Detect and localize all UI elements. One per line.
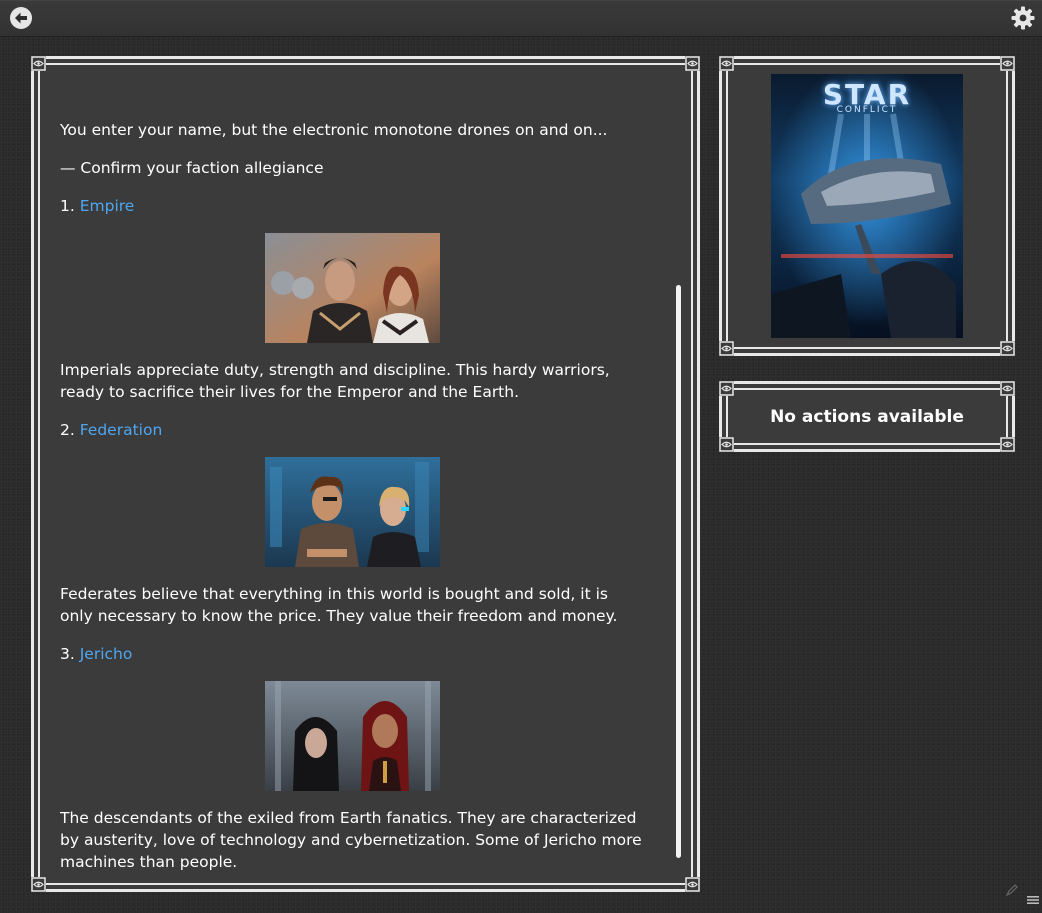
frame-corner-ornament	[719, 341, 734, 356]
cover-subtitle: CONFLICT	[836, 105, 898, 115]
frame-corner-ornament	[31, 877, 46, 892]
no-actions-label: No actions available	[770, 406, 964, 427]
story-intro: You enter your name, but the electronic …	[60, 121, 608, 139]
story-text-area[interactable]: You enter your name, but the electronic …	[60, 119, 644, 871]
choice-jericho: 3. Jericho	[60, 643, 644, 665]
game-cover-image: STAR CONFLICT	[771, 74, 963, 338]
choice-number: 3.	[60, 645, 75, 663]
frame-corner-ornament	[719, 437, 734, 452]
choice-link-federation[interactable]: Federation	[80, 421, 163, 439]
frame-corner-ornament	[1000, 437, 1015, 452]
gear-icon[interactable]	[1011, 6, 1035, 30]
empire-description: Imperials appreciate duty, strength and …	[60, 361, 610, 401]
empire-faction-image	[264, 233, 440, 343]
frame-corner-ornament	[685, 877, 700, 892]
choice-number: 1.	[60, 197, 75, 215]
story-panel: You enter your name, but the electronic …	[31, 56, 700, 892]
choice-number: 2.	[60, 421, 75, 439]
top-toolbar	[0, 0, 1042, 37]
menu-lines-icon[interactable]	[1026, 893, 1040, 907]
frame-corner-ornament	[719, 381, 734, 396]
story-prompt: — Confirm your faction allegiance	[60, 159, 324, 177]
actions-panel: No actions available	[719, 381, 1015, 452]
story-scrollbar[interactable]	[676, 285, 681, 858]
back-arrow-icon[interactable]	[9, 6, 33, 30]
frame-corner-ornament	[1000, 381, 1015, 396]
pencil-icon	[1005, 881, 1018, 897]
choice-link-empire[interactable]: Empire	[80, 197, 135, 215]
frame-corner-ornament	[31, 56, 46, 71]
frame-corner-ornament	[1000, 341, 1015, 356]
frame-corner-ornament	[1000, 56, 1015, 71]
cover-panel: STAR CONFLICT	[719, 56, 1015, 356]
jericho-faction-image	[264, 681, 440, 791]
choice-empire: 1. Empire	[60, 195, 644, 217]
jericho-description: The descendants of the exiled from Earth…	[60, 809, 642, 871]
app-window: You enter your name, but the electronic …	[0, 0, 1042, 913]
choice-federation: 2. Federation	[60, 419, 644, 441]
federation-faction-image	[264, 457, 440, 567]
federation-description: Federates believe that everything in thi…	[60, 585, 618, 625]
choice-link-jericho[interactable]: Jericho	[80, 645, 133, 663]
frame-corner-ornament	[685, 56, 700, 71]
frame-corner-ornament	[719, 56, 734, 71]
